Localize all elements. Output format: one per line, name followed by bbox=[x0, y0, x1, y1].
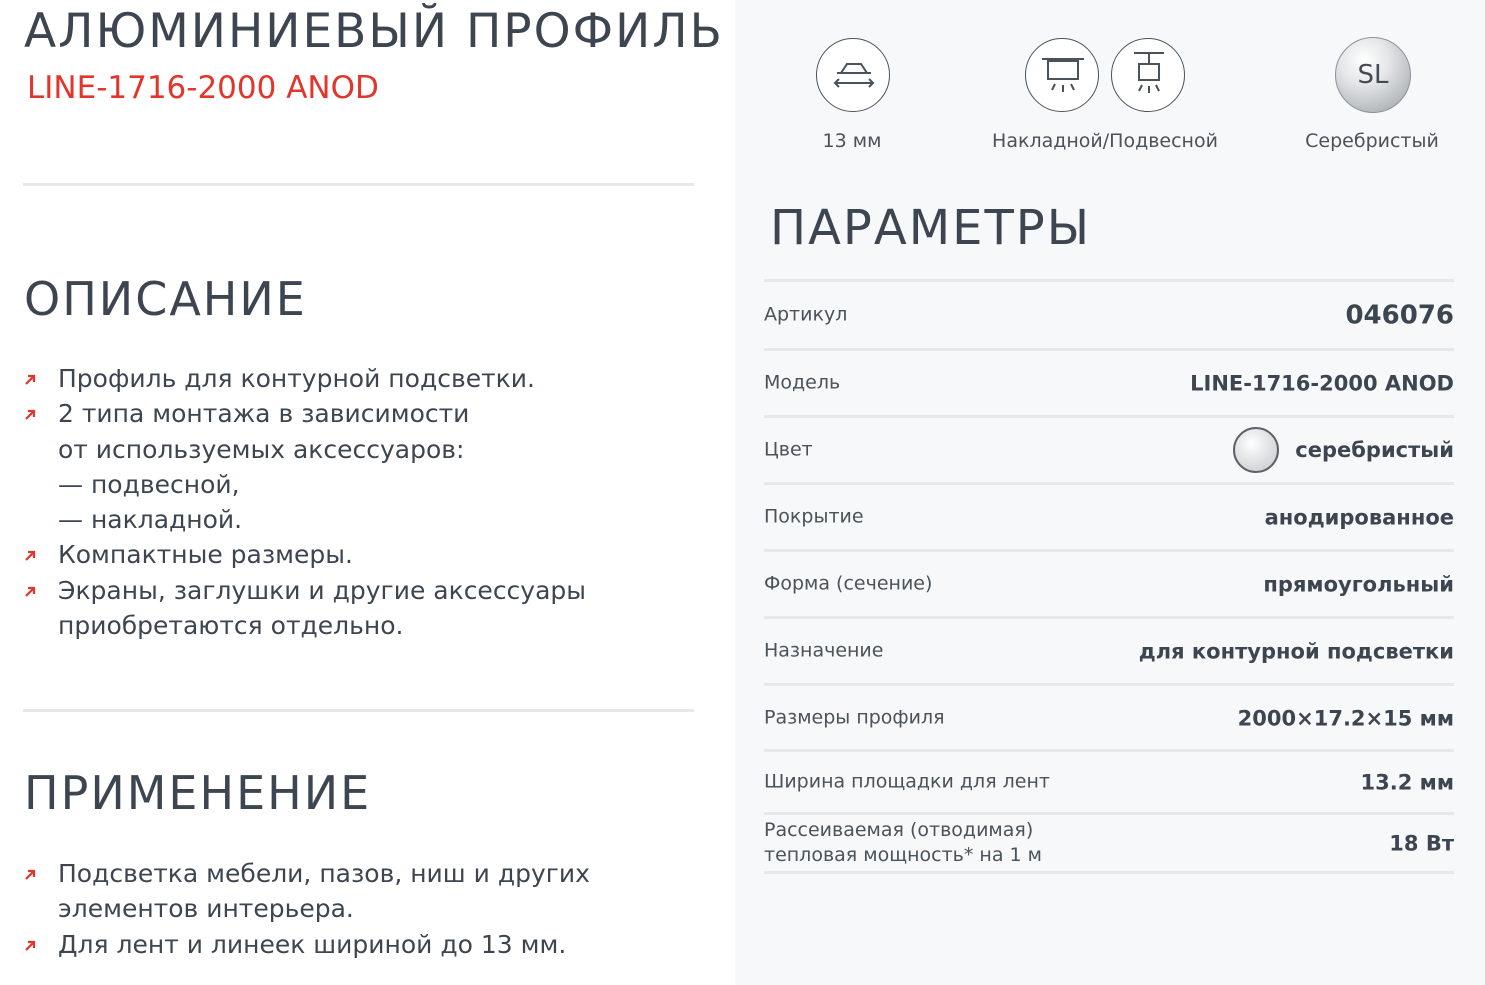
parameter-value: 2000×17.2×15 мм bbox=[1238, 705, 1454, 730]
application-list: Подсветка мебели, пазов, ниш и других эле… bbox=[24, 856, 590, 962]
parameter-value-text: прямоугольный bbox=[1263, 572, 1454, 597]
list-item-text: — подвесной, bbox=[58, 469, 240, 499]
parameter-value-text: LINE-1716-2000 ANOD bbox=[1190, 371, 1454, 396]
parameter-value: LINE-1716-2000 ANOD bbox=[1190, 371, 1454, 396]
parameter-row: Форма (сечение) прямоугольный bbox=[764, 549, 1454, 616]
bullet-arrow-icon bbox=[24, 939, 36, 951]
list-item-text: Профиль для контурной подсветки. bbox=[58, 364, 535, 393]
surface-mount-icon bbox=[1025, 38, 1099, 112]
parameter-value: прямоугольный bbox=[1263, 572, 1454, 597]
list-item-text: элементов интерьера. bbox=[58, 894, 354, 924]
parameter-row: Рассеиваемая (отводимая) тепловая мощност… bbox=[764, 812, 1454, 874]
parameter-label-line: Рассеиваемая (отводимая) bbox=[764, 819, 1034, 841]
description-list: Профиль для контурной подсветки. 2 типа м… bbox=[24, 361, 586, 643]
parameter-label: Цвет bbox=[764, 438, 813, 463]
parameter-value-text: для контурной подсветки bbox=[1138, 639, 1454, 664]
parameter-label: Размеры профиля bbox=[764, 705, 945, 730]
application-item: Подсветка мебели, пазов, ниш и других эле… bbox=[24, 856, 590, 927]
parameters-heading: ПАРАМЕТРЫ bbox=[770, 200, 1092, 256]
parameter-label-line: Форма (сечение) bbox=[764, 572, 933, 595]
parameter-label: Покрытие bbox=[764, 505, 864, 530]
parameter-label-line: Покрытие bbox=[764, 505, 864, 528]
profile-width-icon bbox=[816, 38, 890, 112]
parameter-label-line: Модель bbox=[764, 371, 841, 394]
list-item-text: Компактные размеры. bbox=[58, 540, 353, 570]
parameter-value-text: 18 Вт bbox=[1389, 831, 1454, 856]
parameter-label-line: Размеры профиля bbox=[764, 706, 945, 728]
parameter-value-text: анодированное bbox=[1264, 505, 1454, 530]
parameter-value: серебристый bbox=[1233, 427, 1454, 473]
list-item-text: Для лент и линеек шириной до 13 мм. bbox=[58, 929, 567, 959]
parameter-row: Ширина площадки для лент 13.2 мм bbox=[764, 749, 1454, 812]
parameter-label: Рассеиваемая (отводимая) тепловая мощност… bbox=[764, 818, 1042, 868]
parameter-value: для контурной подсветки bbox=[1139, 639, 1454, 664]
list-item-text: — накладной. bbox=[58, 505, 243, 535]
description-item: 2 типа монтажа в зависимости от используе… bbox=[24, 396, 586, 537]
bullet-arrow-icon bbox=[24, 549, 36, 562]
parameter-value: анодированное bbox=[1265, 505, 1454, 530]
application-item: Для лент и линеек шириной до 13 мм. bbox=[24, 927, 590, 962]
parameter-value-text: 13.2 мм bbox=[1360, 770, 1454, 795]
parameter-value: 046076 bbox=[1345, 300, 1454, 331]
divider bbox=[23, 709, 694, 712]
feature-label-mounting: Накладной/Подвесной bbox=[992, 130, 1218, 152]
parameter-row: Покрытие анодированное bbox=[764, 482, 1454, 549]
parameter-label-line: тепловая мощность* на 1 м bbox=[764, 844, 1042, 866]
description-column: АЛЮМИНИЕВЫЙ ПРОФИЛЬ LINE-1716-2000 ANOD … bbox=[0, 0, 735, 985]
parameter-row: Цвет серебристый bbox=[764, 415, 1454, 482]
bullet-arrow-icon bbox=[24, 373, 36, 385]
list-item-text: Экраны, заглушки и другие аксессуары bbox=[58, 575, 587, 605]
description-item: Экраны, заглушки и другие аксессуары прио… bbox=[24, 573, 586, 644]
list-item-text: 2 типа монтажа в зависимости bbox=[58, 399, 470, 429]
parameter-label: Форма (сечение) bbox=[764, 572, 932, 597]
list-item-text: Подсветка мебели, пазов, ниш и других bbox=[58, 859, 590, 888]
parameter-label-line: Ширина площадки для лент bbox=[764, 770, 1050, 793]
silver-color-badge: SL bbox=[1335, 37, 1411, 113]
parameter-label: Модель bbox=[764, 371, 840, 396]
parameters-table: Артикул 046076 Модель LINE-1716-2000 ANOD Цв… bbox=[764, 279, 1454, 874]
parameter-value: 13.2 мм bbox=[1361, 770, 1454, 795]
list-item-text: приобретаются отдельно. bbox=[58, 611, 404, 641]
feature-label-color: Серебристый bbox=[1305, 130, 1439, 152]
parameter-row: Артикул 046076 bbox=[764, 279, 1454, 348]
parameter-label-line: Назначение bbox=[764, 639, 884, 662]
page-title: АЛЮМИНИЕВЫЙ ПРОФИЛЬ bbox=[24, 4, 724, 59]
list-item-text: от используемых аксессуаров: bbox=[58, 434, 465, 464]
parameter-row: Назначение для контурной подсветки bbox=[764, 616, 1454, 683]
suspended-mount-icon bbox=[1111, 38, 1185, 112]
feature-label-width: 13 мм bbox=[822, 130, 882, 152]
parameter-label-line: Артикул bbox=[764, 303, 848, 326]
description-item: Профиль для контурной подсветки. bbox=[24, 361, 586, 396]
color-swatch bbox=[1233, 427, 1280, 473]
bullet-arrow-icon bbox=[24, 408, 36, 421]
description-item: Компактные размеры. bbox=[24, 537, 586, 572]
application-heading: ПРИМЕНЕНИЕ bbox=[24, 766, 372, 820]
parameter-value-text: серебристый bbox=[1295, 438, 1454, 462]
product-model-subtitle: LINE-1716-2000 ANOD bbox=[27, 70, 379, 106]
parameter-value-text: 046076 bbox=[1345, 300, 1454, 331]
bullet-arrow-icon bbox=[24, 585, 36, 597]
parameter-value-text: 2000×17.2×15 мм bbox=[1237, 706, 1454, 730]
description-heading: ОПИСАНИЕ bbox=[24, 272, 307, 326]
parameter-label: Артикул bbox=[764, 303, 847, 328]
parameter-label: Назначение bbox=[764, 639, 883, 664]
divider bbox=[23, 183, 694, 186]
parameter-label: Ширина площадки для лент bbox=[764, 770, 1050, 795]
parameter-value: 18 Вт bbox=[1389, 831, 1454, 856]
parameter-label-line: Цвет bbox=[764, 438, 813, 461]
parameter-row: Размеры профиля 2000×17.2×15 мм bbox=[764, 683, 1454, 749]
bullet-arrow-icon bbox=[24, 868, 36, 880]
parameter-row: Модель LINE-1716-2000 ANOD bbox=[764, 348, 1454, 415]
